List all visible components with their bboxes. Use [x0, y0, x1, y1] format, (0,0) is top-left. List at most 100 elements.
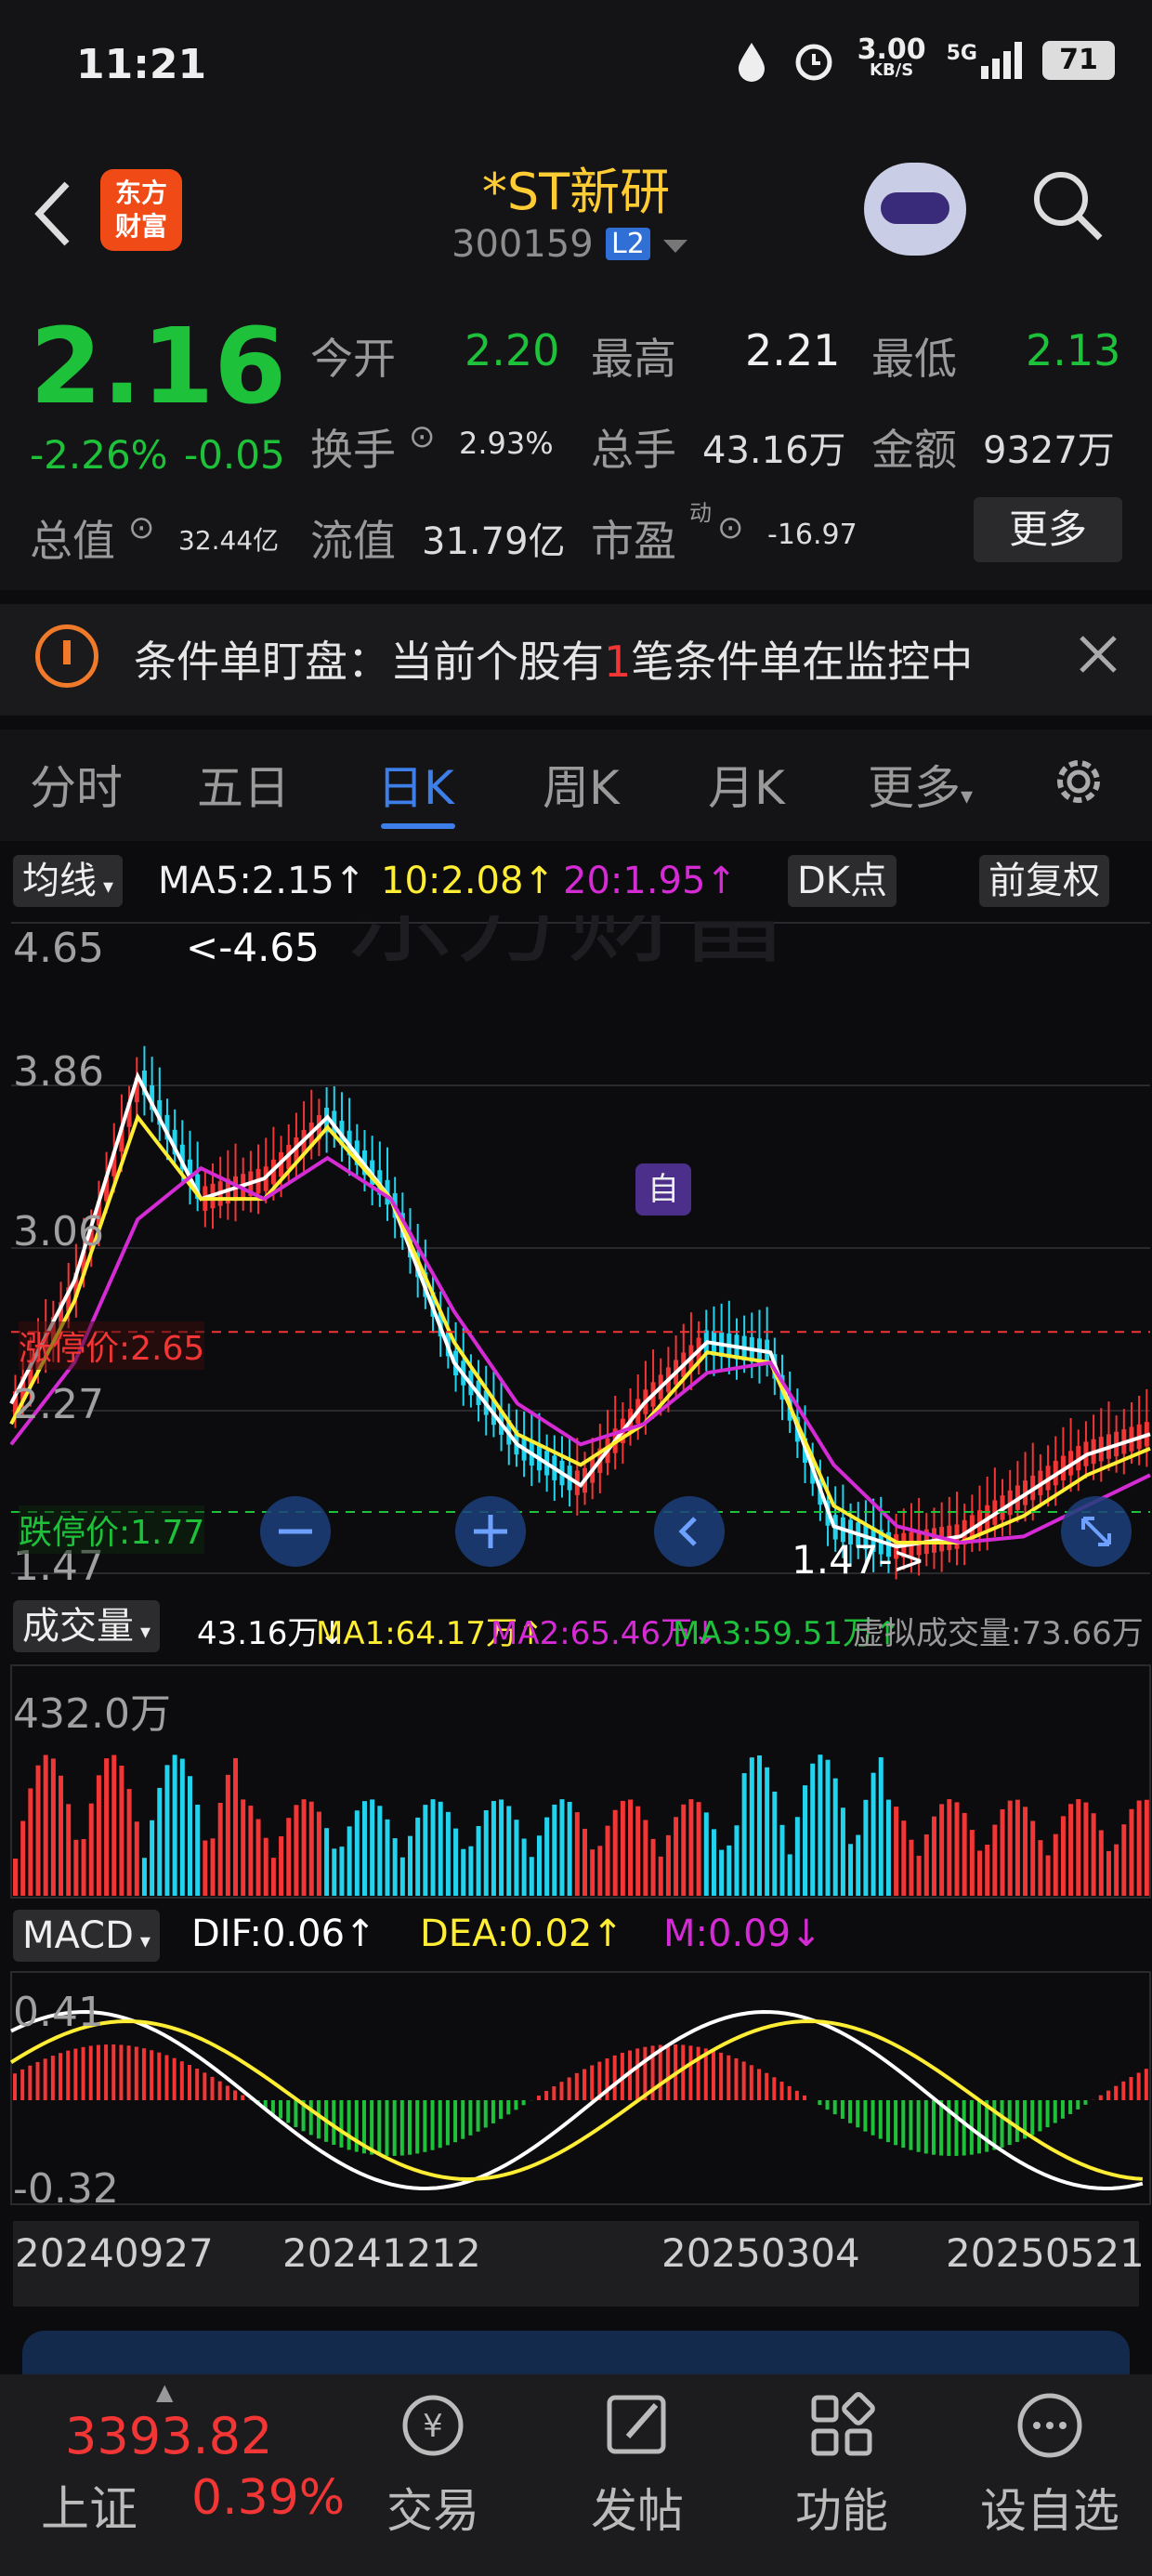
open-value: 2.20	[465, 325, 560, 375]
tab-intraday[interactable]: 分时	[30, 751, 123, 818]
macd-bar	[612, 2055, 617, 2100]
date-label: 20250304	[661, 2230, 860, 2276]
volume-bar	[840, 1807, 845, 1896]
macd-bar	[217, 2081, 222, 2100]
macd-bar	[461, 2100, 465, 2139]
volume-bar	[612, 1809, 618, 1896]
search-icon[interactable]	[1029, 167, 1104, 242]
macd-bar	[294, 2100, 298, 2127]
volume-bar	[977, 1850, 983, 1896]
close-icon[interactable]	[1078, 634, 1119, 675]
tab-weekly-k[interactable]: 周K	[543, 751, 620, 818]
dk-point-toggle[interactable]: DK点	[788, 855, 897, 907]
volume-bar	[628, 1799, 634, 1896]
volume-bar	[270, 1858, 276, 1896]
macd-bar	[316, 2100, 321, 2139]
volume-bar	[263, 1837, 268, 1896]
macd-bar	[923, 2100, 928, 2154]
volume-bar	[203, 1840, 208, 1896]
zoom-out-button[interactable]	[258, 1494, 333, 1569]
y-axis-high: 4.65	[13, 925, 104, 972]
adjust-selector[interactable]: 前复权	[979, 855, 1109, 907]
volume-bar	[688, 1799, 694, 1896]
macd-bar	[43, 2058, 47, 2100]
nav-functions[interactable]: 功能	[767, 2388, 916, 2541]
macd-bar	[179, 2061, 184, 2100]
amount-value: 9327万	[983, 429, 1115, 472]
volume-bar	[499, 1799, 504, 1896]
macd-bar	[772, 2077, 777, 2100]
volume-bar	[635, 1806, 641, 1896]
y-axis-mid1: 3.86	[13, 1048, 104, 1096]
macd-bar	[688, 2045, 693, 2100]
volume-bar	[674, 1817, 679, 1896]
volume-bar	[779, 1824, 785, 1896]
volume-selector[interactable]: 成交量 ▾	[13, 1600, 161, 1652]
ma-selector[interactable]: 均线 ▾	[13, 855, 124, 907]
float-value: 31.79亿	[422, 520, 566, 563]
tab-monthly-k[interactable]: 月K	[708, 751, 785, 818]
gear-icon[interactable]	[1048, 751, 1109, 812]
volume-bar	[969, 1830, 975, 1896]
volume-bar	[1136, 1800, 1142, 1896]
volume-bar	[438, 1801, 443, 1896]
status-time: 11:21	[76, 41, 207, 88]
volume-bar	[150, 1820, 155, 1896]
macd-bar	[840, 2100, 844, 2120]
volume-bar	[810, 1763, 816, 1896]
volume-bar	[559, 1799, 565, 1896]
volume-bar	[81, 1839, 86, 1896]
self-select-tag[interactable]: 自	[635, 1163, 691, 1216]
nav-post[interactable]: 发帖	[563, 2388, 712, 2541]
macd-bar	[279, 2100, 283, 2119]
zoom-in-button[interactable]	[453, 1494, 528, 1569]
fullscreen-button[interactable]	[1059, 1494, 1133, 1569]
volume-chart[interactable]	[0, 1663, 1152, 1905]
low-value: 2.13	[1026, 325, 1121, 375]
turnover-value: 2.93%	[459, 426, 554, 461]
scroll-left-button[interactable]	[652, 1494, 727, 1569]
ma5-value: MA5:2.15↑	[158, 860, 366, 902]
macd-bar	[438, 2100, 442, 2149]
more-quote-button[interactable]: 更多	[974, 497, 1122, 562]
tab-daily-k[interactable]: 日K	[377, 751, 454, 818]
volume-bar	[347, 1826, 352, 1896]
l2-badge[interactable]: L2	[606, 228, 650, 260]
assistant-robot-icon[interactable]	[864, 163, 966, 256]
macd-bar	[332, 2100, 336, 2146]
max-marker: <-4.65	[186, 925, 320, 970]
signal-icon: 5G	[947, 42, 1022, 79]
nav-trade[interactable]: ¥ 交易	[359, 2388, 507, 2541]
volume-bar	[658, 1856, 663, 1896]
volume-label: 总手	[591, 425, 676, 475]
info-icon[interactable]: ⊙	[409, 418, 436, 455]
macd-y-bottom: -0.32	[13, 2165, 119, 2213]
macd-bar	[73, 2048, 78, 2100]
limit-down-price: 跌停价:1.77	[19, 1505, 205, 1554]
macd-bar	[962, 2100, 966, 2156]
macd-selector[interactable]: MACD ▾	[13, 1910, 160, 1962]
index-value[interactable]: 3393.82	[65, 2407, 272, 2465]
nav-add-watchlist[interactable]: 设自选	[966, 2388, 1133, 2541]
macd-bar	[203, 2072, 207, 2100]
volume-bar	[301, 1799, 307, 1896]
volume-bar	[126, 1789, 132, 1896]
info-icon[interactable]: ⊙	[128, 509, 155, 546]
macd-chart[interactable]	[0, 1970, 1152, 2212]
chevron-down-icon[interactable]	[661, 238, 689, 256]
kline-chart[interactable]: 东方财富	[0, 915, 1152, 1594]
volume-bar	[939, 1804, 945, 1896]
info-icon[interactable]: ⊙	[717, 509, 744, 546]
tab-more[interactable]: 更多▾	[868, 751, 973, 818]
volume-bar	[423, 1805, 428, 1896]
volume-bar	[931, 1816, 936, 1896]
virtual-volume: 虚拟成交量:73.66万	[853, 1615, 1144, 1652]
macd-bar	[514, 2100, 518, 2110]
pe-dynamic-tag: 动	[689, 500, 712, 526]
macd-bar	[506, 2100, 511, 2115]
volume-bar	[885, 1799, 891, 1896]
macd-bar	[134, 2046, 138, 2100]
expand-up-icon[interactable]: ▲	[156, 2379, 173, 2405]
tab-five-day[interactable]: 五日	[197, 751, 290, 818]
volume-bar	[848, 1844, 854, 1896]
